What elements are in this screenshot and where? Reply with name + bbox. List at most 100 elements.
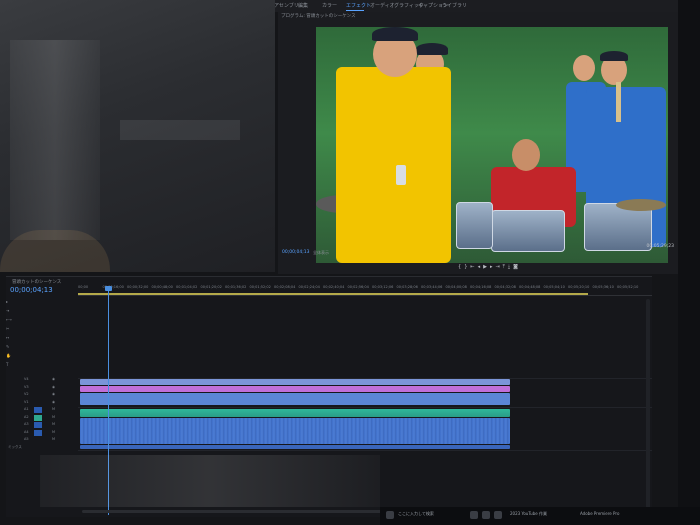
video-clip[interactable] xyxy=(80,393,510,405)
track-divider xyxy=(78,407,652,408)
track-label: A2 xyxy=(24,414,29,419)
ruler-tick-label: 00;02;56;04 xyxy=(347,285,369,289)
play-icon[interactable]: ▶ xyxy=(483,264,490,270)
mail-icon[interactable] xyxy=(494,511,502,519)
eye-icon[interactable]: ◉ xyxy=(52,377,55,381)
track-header[interactable]: V1 ◉ xyxy=(8,400,78,407)
workspace-tab[interactable]: オーディオ xyxy=(370,2,395,9)
performer-yellow xyxy=(336,67,451,263)
folder-icon[interactable] xyxy=(470,511,478,519)
track-header[interactable]: V4 ◉ xyxy=(8,377,78,384)
ruler-tick-label: 00;05;04;10 xyxy=(543,285,565,289)
workspace-tab[interactable]: ライブラリ xyxy=(442,2,467,9)
eye-icon[interactable]: ◉ xyxy=(52,392,55,396)
export-frame-icon[interactable]: ◙ xyxy=(513,264,521,270)
ruler-tick-label: 00;01;52;02 xyxy=(249,285,271,289)
ruler-tick-label: 00;04;48;08 xyxy=(519,285,541,289)
track-header[interactable]: V3 ◉ xyxy=(8,385,78,392)
ruler-tick-label: 00;03;44;06 xyxy=(421,285,443,289)
audio-clip[interactable] xyxy=(80,409,510,417)
performer-cap xyxy=(600,51,628,61)
video-clip[interactable] xyxy=(80,379,510,385)
go-to-out-icon[interactable]: ⇥ xyxy=(495,264,502,270)
ruler-tick-label: 00;04;16;08 xyxy=(470,285,492,289)
workspace-tab[interactable]: アセンブリ xyxy=(274,2,299,9)
cymbal xyxy=(616,199,666,211)
mute-icon[interactable]: M xyxy=(52,422,55,426)
source-panel xyxy=(0,0,275,272)
track-header[interactable]: V2 ◉ xyxy=(8,392,78,399)
track-target-toggle[interactable] xyxy=(34,422,42,428)
monitor-title: プログラム: 冒頭カットのシーケンス xyxy=(281,14,356,19)
mute-icon[interactable]: M xyxy=(52,437,55,441)
eye-icon[interactable]: ◉ xyxy=(52,385,55,389)
ruler-tick-label: 00;00;32;00 xyxy=(127,285,149,289)
ruler-tick-label: 00;05;36;10 xyxy=(592,285,614,289)
search-icon[interactable] xyxy=(386,511,394,519)
performer-head xyxy=(573,55,595,81)
workspace-tab[interactable]: 編集 xyxy=(298,2,308,9)
mute-icon[interactable]: M xyxy=(52,430,55,434)
drum xyxy=(456,202,493,249)
microphone xyxy=(616,82,621,122)
track-label: A5 xyxy=(24,437,29,441)
drummer-head xyxy=(512,139,540,171)
eye-icon[interactable]: ◉ xyxy=(52,400,55,404)
program-monitor: プログラム: 冒頭カットのシーケンス 00;00;04;13 全体表示 00;0… xyxy=(278,12,678,274)
track-target-toggle[interactable] xyxy=(34,429,42,436)
taskbar-search[interactable]: ここに入力して検索 xyxy=(398,511,434,517)
track-label: V3 xyxy=(24,384,29,389)
current-timecode[interactable]: 00;00;04;13 xyxy=(282,250,309,255)
active-tab-indicator xyxy=(346,10,364,11)
monitor-bezel xyxy=(678,0,700,507)
ruler-tick-label: 00;01;36;02 xyxy=(225,285,247,289)
mute-icon[interactable]: M xyxy=(52,415,55,419)
taskbar-app[interactable]: Adobe Premiere Pro xyxy=(580,511,619,516)
ruler-tick-label: 00;03;12;06 xyxy=(372,285,394,289)
track-target-toggle[interactable] xyxy=(34,414,42,421)
timeline-timecode[interactable]: 00;00;04;13 xyxy=(10,286,53,294)
screen-reflection xyxy=(40,455,380,507)
go-to-in-icon[interactable]: ⇤ xyxy=(470,264,477,270)
ruler-tick-label: 00;02;08;04 xyxy=(274,285,296,289)
audio-clip[interactable] xyxy=(80,418,510,444)
ruler-tick-label: 00;05;52;10 xyxy=(617,285,639,289)
video-frame[interactable] xyxy=(316,27,668,263)
track-label: V1 xyxy=(24,399,29,404)
performer-cap xyxy=(416,43,448,55)
screen-reflection xyxy=(10,40,100,240)
workspace-tab[interactable]: カラー xyxy=(322,2,337,9)
track-label: V4 xyxy=(24,377,29,381)
video-clip[interactable] xyxy=(80,386,510,392)
track-header[interactable]: A1 M xyxy=(8,407,78,414)
browser-icon[interactable] xyxy=(482,511,490,519)
ruler-tick-label: 00;01;04;02 xyxy=(176,285,198,289)
taskbar-app[interactable]: 2023 YouTube 作業 xyxy=(510,511,547,517)
audio-clip[interactable] xyxy=(80,445,510,449)
track-header[interactable]: A3 M xyxy=(8,422,78,429)
track-label: A1 xyxy=(24,407,29,411)
screen-reflection xyxy=(120,120,240,140)
ruler-tick-label: 00;02;40;04 xyxy=(323,285,345,289)
performer-cap xyxy=(372,27,418,41)
ruler-tick-label: 00;04;00;08 xyxy=(445,285,467,289)
track-header[interactable]: A4 M xyxy=(8,429,78,437)
track-label: A4 xyxy=(24,429,29,434)
sequence-tab[interactable]: 冒頭カットのシーケンス xyxy=(12,279,61,285)
track-header[interactable]: A2 M xyxy=(8,414,78,422)
track-target-toggle[interactable] xyxy=(34,407,42,413)
ruler-tick-label: 00;05;20;10 xyxy=(568,285,590,289)
ruler-tick-label: 00;04;32;08 xyxy=(494,285,516,289)
zoom-fit-select[interactable]: 全体表示 xyxy=(313,250,329,256)
track-header[interactable]: A5 M xyxy=(8,437,78,444)
drink-can xyxy=(396,165,406,185)
mute-icon[interactable]: M xyxy=(52,407,55,411)
ruler-tick-label: 00;02;24;04 xyxy=(298,285,320,289)
duration-timecode: 00;05;29;23 xyxy=(646,244,674,249)
workspace-tab[interactable]: エフェクト xyxy=(346,2,371,9)
ruler-tick-label: 00;00 xyxy=(78,285,89,289)
work-area-bar[interactable] xyxy=(78,293,588,295)
vertical-scrollbar[interactable] xyxy=(646,299,650,509)
os-taskbar: ここに入力して検索 2023 YouTube 作業 Adobe Premiere… xyxy=(380,507,700,525)
mix-track-label: ミックス xyxy=(8,444,22,449)
